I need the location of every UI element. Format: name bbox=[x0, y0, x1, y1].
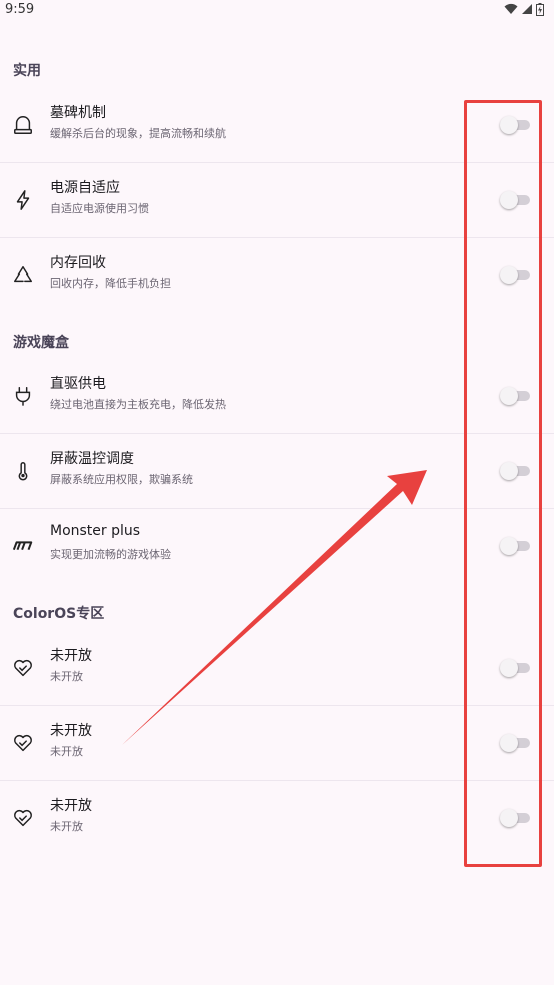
setting-subtitle: 实现更加流畅的游戏体验 bbox=[50, 548, 171, 561]
setting-subtitle: 未开放 bbox=[50, 820, 83, 833]
recycle-icon bbox=[14, 265, 32, 282]
setting-subtitle: 回收内存，降低手机负担 bbox=[50, 277, 171, 290]
status-bar: 9:59 bbox=[0, 0, 554, 20]
section-title-practical: 实用 bbox=[13, 63, 41, 79]
setting-title: 屏蔽温控调度 bbox=[50, 451, 134, 467]
plug-icon bbox=[15, 386, 31, 406]
wifi-icon bbox=[504, 3, 518, 15]
section-title-game-box: 游戏魔盒 bbox=[13, 335, 69, 351]
setting-subtitle: 自适应电源使用习惯 bbox=[50, 202, 149, 215]
setting-subtitle: 屏蔽系统应用权限，欺骗系统 bbox=[50, 473, 193, 486]
heart-check-icon bbox=[14, 734, 32, 751]
monster-logo-icon bbox=[12, 540, 33, 550]
setting-subtitle: 绕过电池直接为主板充电，降低发热 bbox=[50, 398, 226, 411]
setting-subtitle: 缓解杀后台的现象，提高流畅和续航 bbox=[50, 127, 226, 140]
setting-title: 内存回收 bbox=[50, 255, 106, 271]
setting-subtitle: 未开放 bbox=[50, 745, 83, 758]
signal-icon bbox=[522, 4, 532, 14]
annotation-highlight-box bbox=[464, 100, 542, 867]
status-icons bbox=[504, 2, 544, 16]
section-title-coloros: ColorOS专区 bbox=[13, 606, 105, 622]
setting-title: 电源自适应 bbox=[50, 180, 120, 196]
setting-title: 墓碑机制 bbox=[50, 105, 106, 121]
tombstone-icon bbox=[14, 115, 32, 134]
setting-title: Monster plus bbox=[50, 523, 141, 539]
lightning-icon bbox=[16, 189, 30, 210]
setting-title: 直驱供电 bbox=[50, 376, 106, 392]
battery-icon bbox=[536, 2, 544, 16]
heart-check-icon bbox=[14, 659, 32, 676]
setting-title: 未开放 bbox=[50, 798, 92, 814]
heart-check-icon bbox=[14, 809, 32, 826]
setting-title: 未开放 bbox=[50, 648, 92, 664]
setting-subtitle: 未开放 bbox=[50, 670, 83, 683]
status-time: 9:59 bbox=[5, 2, 35, 17]
thermometer-icon bbox=[18, 461, 28, 480]
setting-title: 未开放 bbox=[50, 723, 92, 739]
